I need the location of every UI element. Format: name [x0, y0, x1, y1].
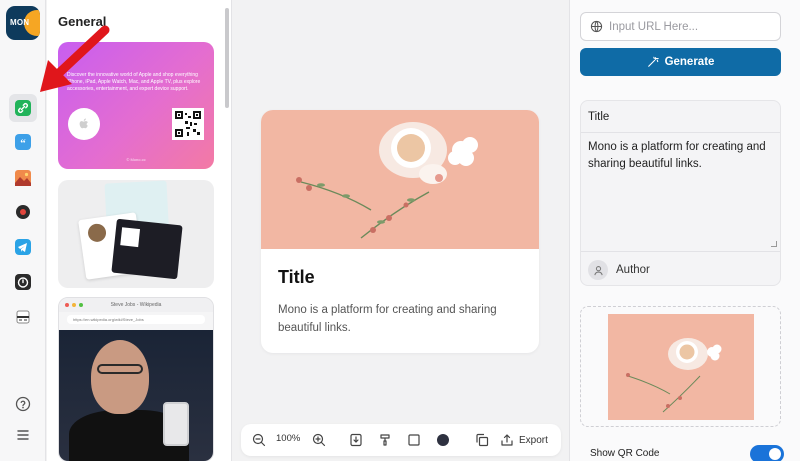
- preview-image: [261, 110, 539, 249]
- template-footer: © Mono.cc: [126, 157, 146, 162]
- copy-icon[interactable]: [474, 432, 490, 448]
- canvas-toolbar: 100% Export: [241, 424, 561, 456]
- url-input-field[interactable]: [580, 12, 781, 41]
- help-icon[interactable]: [11, 392, 35, 416]
- image-upload-box[interactable]: [580, 306, 781, 427]
- show-qr-label: Show QR Code: [590, 448, 660, 459]
- template-quote-cards[interactable]: [58, 180, 214, 288]
- quote-card-dark: [111, 218, 183, 280]
- qr-code-icon: [172, 108, 204, 140]
- export-button[interactable]: Export: [500, 432, 556, 448]
- timer-icon[interactable]: [11, 270, 35, 294]
- link-icon[interactable]: [9, 94, 37, 122]
- generate-label: Generate: [664, 56, 715, 68]
- browser-url: https://en.wikipedia.org/wiki/Steve_Jobs: [67, 315, 205, 324]
- templates-panel: General Discover the innovative world of…: [47, 0, 232, 461]
- panel-scrollbar[interactable]: [225, 8, 229, 108]
- zoom-level: 100%: [276, 433, 301, 444]
- resize-handle-icon[interactable]: [771, 241, 777, 247]
- browser-bar: Steve Jobs - Wikipedia: [59, 298, 213, 312]
- telegram-icon[interactable]: [11, 235, 35, 259]
- section-title: General: [58, 14, 107, 29]
- author-avatar-icon: [588, 260, 608, 280]
- template-text: Discover the innovative world of Apple a…: [67, 72, 201, 92]
- preview-description: Mono is a platform for creating and shar…: [278, 304, 497, 334]
- app-logo[interactable]: MON: [6, 6, 40, 40]
- layout-icon[interactable]: [11, 305, 35, 329]
- url-input[interactable]: [609, 18, 774, 36]
- author-field[interactable]: Author: [616, 264, 650, 276]
- logo-text: MON: [10, 18, 30, 27]
- magic-wand-icon: [647, 56, 659, 67]
- generate-button[interactable]: Generate: [580, 48, 781, 76]
- icon-rail: MON “: [0, 0, 46, 461]
- record-icon[interactable]: [11, 200, 35, 224]
- show-qr-row: Show QR Code: [580, 443, 784, 461]
- download-image-icon[interactable]: [348, 432, 364, 448]
- browser-title: Steve Jobs - Wikipedia: [110, 302, 162, 308]
- person-photo: [59, 330, 213, 461]
- apple-logo-icon: [68, 108, 100, 140]
- template-apple-card[interactable]: Discover the innovative world of Apple a…: [58, 42, 214, 169]
- settings-panel: Generate Title Mono is a platform for cr…: [569, 0, 800, 461]
- export-label: Export: [519, 434, 548, 446]
- frame-icon[interactable]: [406, 432, 422, 448]
- canvas-area: Title Mono is a platform for creating an…: [233, 0, 569, 461]
- show-qr-toggle[interactable]: [750, 445, 784, 461]
- globe-icon: [590, 20, 603, 33]
- zoom-out-icon[interactable]: [251, 432, 267, 448]
- template-browser-card[interactable]: Steve Jobs - Wikipedia https://en.wikipe…: [58, 297, 214, 461]
- menu-icon[interactable]: [11, 423, 35, 447]
- title-field[interactable]: Title: [588, 111, 609, 123]
- zoom-in-icon[interactable]: [311, 432, 327, 448]
- svg-text:“: “: [20, 138, 26, 150]
- paint-icon[interactable]: [377, 432, 393, 448]
- description-field[interactable]: Mono is a platform for creating and shar…: [588, 139, 774, 173]
- export-icon: [501, 434, 513, 446]
- image-icon[interactable]: [11, 166, 35, 190]
- image-thumbnail: [608, 314, 754, 420]
- link-preview-card[interactable]: Title Mono is a platform for creating an…: [261, 110, 539, 353]
- preview-title: Title: [278, 267, 315, 287]
- metadata-card: Title Mono is a platform for creating an…: [580, 100, 781, 286]
- color-swatch[interactable]: [435, 432, 451, 448]
- quote-icon[interactable]: “: [11, 130, 35, 154]
